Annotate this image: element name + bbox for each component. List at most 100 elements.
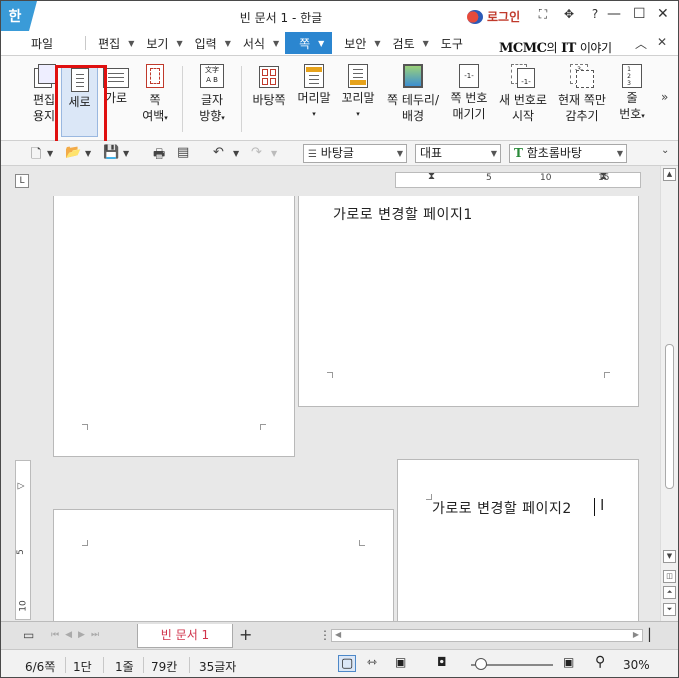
ruler-corner-button[interactable]: L [15,174,29,188]
status-separator [189,657,190,673]
zoom-in-icon[interactable]: ▣ [563,655,574,669]
quick-toolbar: 🗋 ▼ 📂 ▼ 💾 ▼ 🖶 ▤ ↶ ▼ ↷ ▼ ☰ 바탕글 ▼ 대표 ▼ T 함… [1,141,678,166]
scroll-down-icon[interactable]: ▼ [663,550,676,563]
view-single-page-icon[interactable]: ▢ [338,655,357,672]
next-page-icon[interactable]: ⏷ [663,603,676,616]
tab-nav-icons[interactable]: ⏮◀▶⏭ [51,630,105,640]
scroll-thumb[interactable] [665,344,674,489]
zoom-search-icon[interactable]: ⚲ [595,654,605,670]
page-margin-button[interactable]: 쪽 여백▾ [137,64,173,138]
toolbar-collapse-icon[interactable]: ⌄ [661,145,669,156]
undo-icon[interactable]: ↶ [213,145,224,160]
restart-numbering-icon: -1- [511,64,535,90]
chevron-down-icon[interactable]: ▼ [123,149,129,158]
page-border-button[interactable]: 쪽 테두리/ 배경 [384,64,442,138]
minimize-button[interactable]: — [607,6,621,22]
outline-level-combo[interactable]: 대표 ▼ [415,144,501,163]
split-view-icon[interactable]: ✥ [562,7,576,22]
redo-icon[interactable]: ↷ [251,145,262,160]
menu-edit[interactable]: 편집 ▼ [92,32,140,54]
font-type-icon: T [514,146,523,160]
page-landscape-2[interactable] [53,509,394,621]
restart-numbering-button[interactable]: -1- 새 번호로 시작 [497,64,549,138]
status-chars: 35글자 [199,660,237,674]
page-portrait-2[interactable]: 가로로 변경할 페이지2 I [397,459,639,621]
doc-close-button[interactable]: ✕ [657,35,667,49]
master-page-button[interactable]: 바탕쪽 [249,64,289,138]
scroll-right-icon[interactable]: ▶ [633,630,639,639]
menu-page[interactable]: 쪽 ▼ [285,32,333,54]
hancom-logo-icon[interactable]: 한 [1,1,37,31]
maximize-button[interactable]: ☐ [633,6,646,22]
splitter-handle-icon[interactable]: ⋮ [319,628,331,642]
menu-review[interactable]: 검토 ▼ [387,32,435,54]
scroll-left-icon[interactable]: ◀ [335,630,341,639]
indent-marker-icon[interactable]: ⧗ [600,171,607,182]
ribbon-collapse-button[interactable]: ︿ [635,35,647,52]
horizontal-scrollbar[interactable]: ◀ ▶ [331,629,643,642]
login-button[interactable]: 로그인 [467,8,520,25]
print-icon[interactable]: 🖶 [153,145,165,167]
add-tab-button[interactable]: + [239,625,252,644]
new-document-icon[interactable]: 🗋 [31,145,41,167]
preview-icon[interactable]: ▤ [177,145,189,160]
header-button[interactable]: 머리말 ▾ [294,64,334,138]
split-handle-icon[interactable]: ▏ [649,628,658,642]
status-bar: 6/6쪽 1단 1줄 79칸 35글자 ▢ ⇿ ▣ ◘ ▣ ⚲ 30% [1,649,678,677]
page-margin-icon [143,64,167,90]
view-fit-page-icon[interactable]: ▣ [395,655,406,669]
page-number-button[interactable]: -1- 쪽 번호 매기기 [447,64,491,138]
zoom-slider-knob[interactable] [475,658,487,670]
page-number-icon: -1- [459,64,479,88]
hide-current-page-button[interactable]: -3- 현재 쪽만 감추기 [555,64,609,138]
page-portrait-top[interactable] [53,196,295,457]
menu-view[interactable]: 보기 ▼ [140,32,188,54]
ibeam-cursor-icon: I [600,496,605,514]
text-direction-button[interactable]: 文字 A B 글자 방향▾ [191,64,233,138]
menu-security[interactable]: 보안 ▼ [338,32,386,54]
menu-insert[interactable]: 입력 ▼ [189,32,237,54]
ribbon-more-button[interactable]: » [661,90,668,104]
tab-list-icon[interactable]: ▭ [23,628,34,642]
chevron-down-icon[interactable]: ▼ [233,149,239,158]
status-page[interactable]: 6/6쪽 [25,658,55,675]
close-button[interactable]: ✕ [657,6,669,22]
menu-tools[interactable]: 도구 [435,32,469,54]
chevron-down-icon[interactable]: ▼ [47,149,53,158]
document-tab-bar: ▭ ⏮◀▶⏭ 빈 문서 1 + ⋮ ◀ ▶ ▏ [1,621,678,649]
open-folder-icon[interactable]: 📂 [65,145,81,160]
indent-marker-icon[interactable]: ▽ [16,483,26,490]
save-icon[interactable]: 💾 [103,145,119,160]
fullscreen-icon[interactable]: ⛶ [536,7,550,22]
chevron-down-icon[interactable]: ▼ [271,149,277,158]
indent-marker-icon[interactable]: ⧗ [428,171,435,182]
help-icon[interactable]: ? [588,7,602,22]
tab-document-1[interactable]: 빈 문서 1 [137,624,233,648]
style-combo[interactable]: ☰ 바탕글 ▼ [303,144,407,163]
vertical-scrollbar[interactable]: ▲ ▼ ◫ ⏶ ⏷ [660,166,678,621]
font-combo[interactable]: T 함초롬바탕 ▼ [509,144,627,163]
page2-text[interactable]: 가로로 변경할 페이지2 [432,498,572,518]
status-separator [65,657,66,673]
chevron-down-icon: ▼ [422,38,429,48]
vertical-ruler[interactable]: ▽ 5 10 [15,460,31,620]
view-fit-width-icon[interactable]: ⇿ [367,655,377,669]
zoom-out-icon[interactable]: ◘ [437,655,447,669]
page-landscape-1[interactable]: 가로로 변경할 페이지1 [298,196,639,407]
page1-text[interactable]: 가로로 변경할 페이지1 [333,204,473,224]
blog-watermark: MCMC의 IT 이야기 [499,41,612,56]
chevron-down-icon: ▼ [318,38,325,48]
page-select-icon[interactable]: ◫ [663,570,676,583]
horizontal-ruler[interactable]: 5 10 15 ⧗ ⧗ [395,171,641,188]
footer-button[interactable]: 꼬리말 ▾ [338,64,378,138]
margin-corner [327,372,333,378]
prev-page-icon[interactable]: ⏶ [663,586,676,599]
zoom-level[interactable]: 30% [623,658,650,672]
line-number-button[interactable]: 1 2 3 줄 번호▾ [615,64,649,138]
menu-format[interactable]: 서식 ▼ [237,32,285,54]
chevron-down-icon[interactable]: ▼ [85,149,91,158]
ruler-tick: 10 [18,600,29,612]
menu-file[interactable]: 파일 [25,32,59,54]
footer-icon [348,64,368,88]
scroll-up-icon[interactable]: ▲ [663,168,676,181]
